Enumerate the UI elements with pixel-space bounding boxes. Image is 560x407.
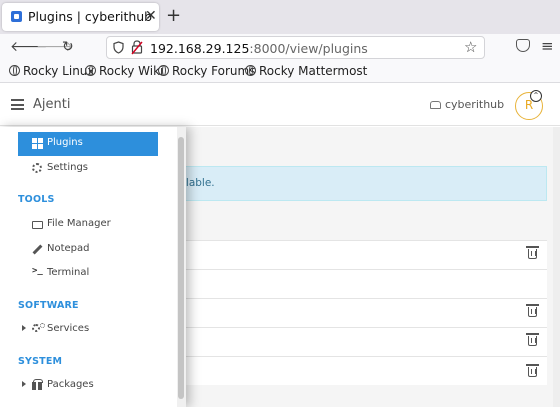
- user-host-icon: [430, 101, 441, 109]
- sidebar-item-notepad[interactable]: Notepad: [18, 238, 158, 262]
- globe-icon: [245, 65, 256, 76]
- browser-tab-bar: Plugins | cyberithub ✕ +: [0, 0, 560, 34]
- cogs-icon: [32, 324, 40, 332]
- sidebar-item-terminal[interactable]: >_ Terminal: [18, 262, 158, 286]
- sidebar-item-plugins[interactable]: Plugins: [18, 132, 158, 156]
- reload-icon[interactable]: ↻: [62, 38, 74, 56]
- sidebar-item-label: Packages: [47, 379, 94, 390]
- sidebar-item-label: Settings: [47, 162, 89, 173]
- bookmark-star-icon[interactable]: ☆: [464, 38, 477, 56]
- sidebar-section-system: SYSTEM: [18, 356, 63, 367]
- sidebar-item-file-manager[interactable]: File Manager: [18, 213, 158, 237]
- grid-icon: [32, 138, 43, 149]
- folder-icon: [32, 221, 43, 229]
- globe-icon: [9, 65, 20, 76]
- hamburger-menu-icon[interactable]: [11, 99, 24, 110]
- plugin-row: [180, 298, 547, 327]
- sidebar-item-packages[interactable]: Packages: [18, 374, 158, 398]
- expand-arrow-icon[interactable]: [22, 325, 26, 331]
- main-scrollbar[interactable]: [553, 127, 560, 407]
- sidebar-section-tools: TOOLS: [18, 194, 55, 205]
- sidebar-item-label: Plugins: [47, 137, 83, 148]
- trash-icon[interactable]: [526, 304, 539, 317]
- pencil-icon: [32, 244, 43, 255]
- sidebar-item-label: Terminal: [47, 267, 90, 278]
- sidebar-item-settings[interactable]: Settings: [18, 157, 158, 181]
- gift-icon: [32, 379, 43, 390]
- sidebar-item-label: File Manager: [47, 218, 111, 229]
- insecure-lock-icon[interactable]: [131, 40, 143, 55]
- info-alert: ilable.: [180, 166, 547, 201]
- url-text[interactable]: 192.168.29.125:8000/view/plugins: [150, 41, 368, 56]
- shield-icon[interactable]: [113, 41, 124, 54]
- gear-icon: [32, 163, 42, 173]
- tab-close-icon[interactable]: ✕: [145, 8, 157, 24]
- plugin-row: [180, 327, 547, 356]
- plugin-row: [180, 240, 547, 269]
- sidebar: Plugins Settings TOOLS File Manager Note…: [0, 127, 186, 407]
- browser-tab-active[interactable]: Plugins | cyberithub ✕: [2, 3, 159, 31]
- url-bar[interactable]: 192.168.29.125:8000/view/plugins ☆: [106, 36, 485, 59]
- terminal-icon: >_: [32, 266, 43, 276]
- new-tab-button[interactable]: +: [166, 6, 181, 26]
- globe-icon: [85, 65, 96, 76]
- bookmarks-bar: Rocky Linux Rocky Wiki Rocky Forums Rock…: [0, 60, 560, 83]
- tab-title: Plugins | cyberithub: [28, 9, 153, 24]
- browser-nav-bar: 🡐 🡒 ↻ 192.168.29.125:8000/view/plugins ☆…: [0, 34, 560, 60]
- info-alert-text: ilable.: [183, 177, 215, 189]
- cogs-icon: [40, 323, 45, 328]
- plugin-row: [180, 356, 547, 385]
- bookmark-rocky-mattermost[interactable]: Rocky Mattermost: [245, 64, 367, 78]
- app-header: Ajenti cyberithub: [0, 84, 560, 126]
- sidebar-item-label: Services: [47, 323, 90, 334]
- bookmark-rocky-forums[interactable]: Rocky Forums: [158, 64, 255, 78]
- sidebar-scrollbar-thumb[interactable]: [178, 137, 184, 399]
- sidebar-item-label: Notepad: [47, 243, 90, 254]
- trash-icon[interactable]: [526, 246, 539, 259]
- globe-icon: [158, 65, 169, 76]
- app-menu-icon[interactable]: ≡: [541, 37, 554, 55]
- app-title: Ajenti: [33, 97, 71, 112]
- pocket-icon[interactable]: [516, 39, 530, 52]
- avatar-badge-icon: ⌃: [530, 90, 542, 102]
- trash-icon[interactable]: [526, 333, 539, 346]
- user-name[interactable]: cyberithub: [445, 98, 504, 111]
- plugin-row: [180, 269, 547, 298]
- sidebar-item-services[interactable]: Services: [18, 318, 158, 342]
- expand-arrow-icon[interactable]: [22, 381, 26, 387]
- bookmark-rocky-linux[interactable]: Rocky Linux: [9, 64, 95, 78]
- trash-icon[interactable]: [526, 364, 539, 377]
- bookmark-rocky-wiki[interactable]: Rocky Wiki: [85, 64, 163, 78]
- site-favicon-icon: [11, 11, 22, 22]
- sidebar-section-software: SOFTWARE: [18, 300, 79, 311]
